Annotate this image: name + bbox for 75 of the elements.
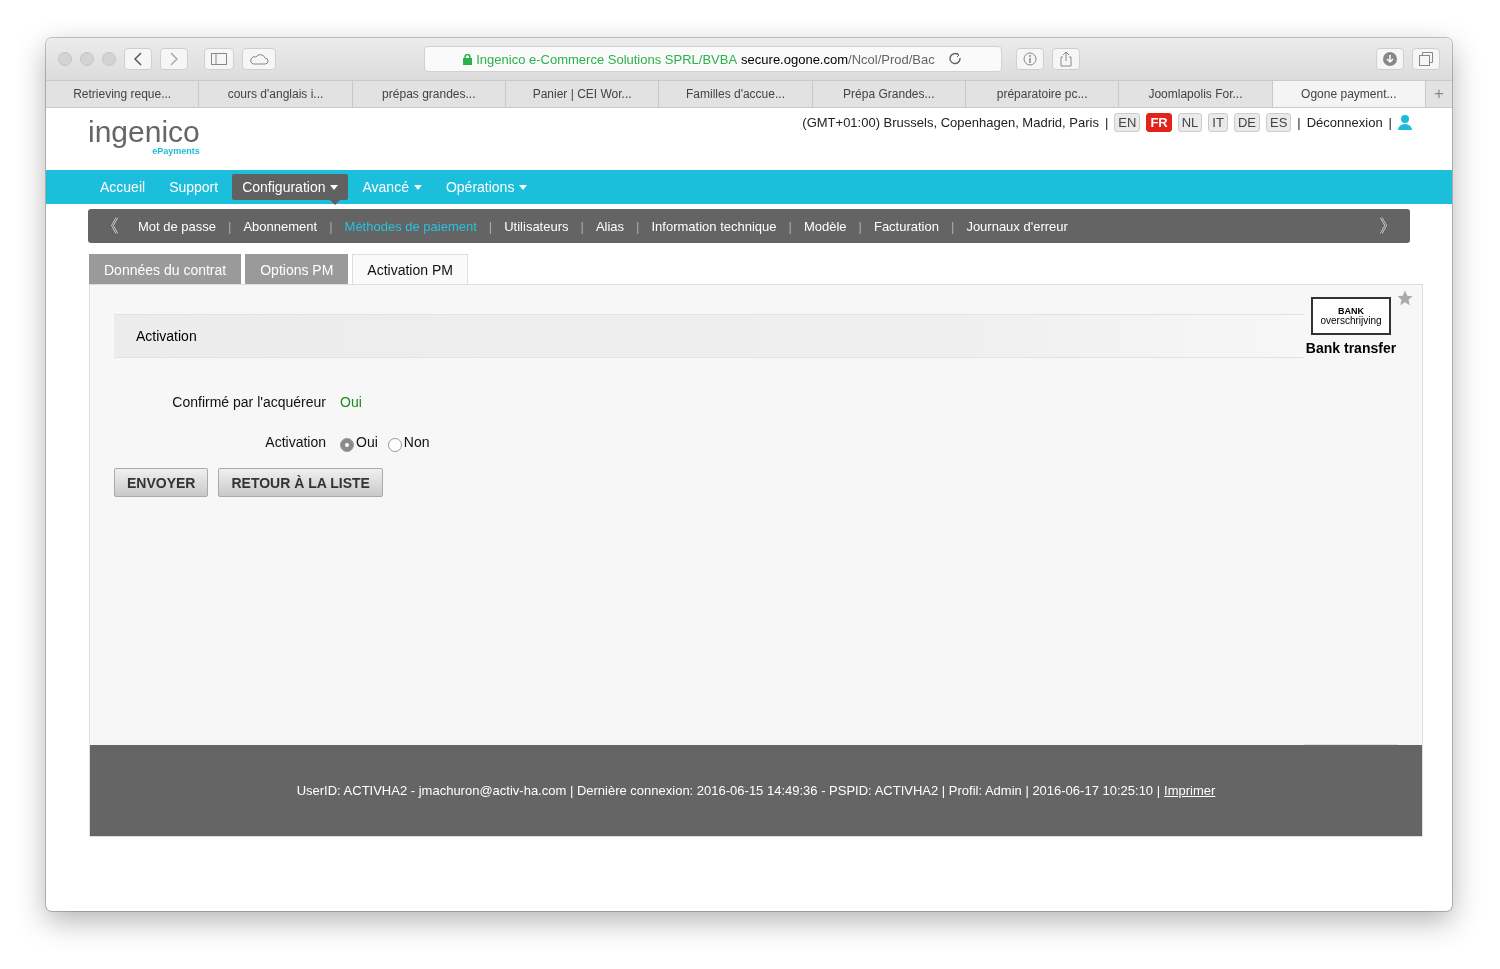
share-icon [1059, 51, 1073, 67]
download-icon [1383, 52, 1397, 66]
logo-wordmark: ingenico [88, 118, 200, 146]
browser-tab[interactable]: Ogone payment... [1272, 81, 1426, 107]
info-button[interactable] [1016, 48, 1044, 70]
field-label: Activation [265, 434, 326, 450]
separator: | [788, 218, 792, 234]
certificate-name: Ingenico e-Commerce Solutions SPRL/BVBA [476, 51, 738, 67]
url-text: secure.ogone.com/Ncol/Prod/Bac [741, 51, 935, 67]
scroll-right-button[interactable]: 》 [1366, 214, 1410, 238]
reload-icon [948, 52, 963, 66]
logo-text: BANK [1338, 306, 1364, 315]
submenu-item[interactable]: Utilisateurs [504, 218, 569, 234]
radio-button[interactable] [340, 438, 354, 452]
language-link[interactable]: ES [1266, 112, 1292, 132]
ingenico-logo[interactable]: ingenico ePayments [88, 108, 200, 170]
tabs-overview-button[interactable] [1412, 48, 1440, 70]
language-link[interactable]: EN [1114, 112, 1141, 132]
section-title: Activation [136, 328, 197, 344]
submenu-item[interactable]: Journaux d'erreur [966, 218, 1068, 234]
user-icon [1398, 114, 1412, 130]
separator: | [1297, 114, 1301, 130]
page-tab[interactable]: Activation PM [352, 254, 468, 284]
zoom-light[interactable] [102, 52, 116, 66]
forward-button[interactable] [160, 48, 188, 70]
scroll-left-button[interactable]: 《 [88, 214, 132, 238]
field-value: Oui [340, 394, 363, 410]
radio-button[interactable] [387, 438, 402, 452]
logo-text: overschrijving [1320, 314, 1382, 326]
submenu-item[interactable]: Alias [595, 218, 625, 234]
back-button[interactable] [124, 48, 152, 70]
radio-option[interactable]: Non [387, 432, 430, 452]
separator: | [329, 218, 333, 234]
form-button[interactable]: RETOUR À LA LISTE [218, 468, 383, 497]
downloads-button[interactable] [1376, 48, 1404, 70]
cloud-icon [249, 53, 269, 65]
language-link[interactable]: FR [1146, 112, 1172, 132]
submenu-item[interactable]: Mot de passe [138, 218, 217, 234]
separator: | [228, 218, 232, 234]
sidebar-icon [211, 53, 227, 65]
separator: | [1104, 114, 1109, 130]
star-icon[interactable] [1396, 289, 1414, 307]
minimize-light[interactable] [80, 52, 94, 66]
tabs-icon [1419, 52, 1433, 66]
back-icon [134, 52, 142, 66]
cloud-button[interactable] [242, 48, 276, 70]
radio-option[interactable]: Oui [340, 432, 378, 452]
submenu-item[interactable]: Abonnement [243, 218, 318, 234]
logout-link[interactable]: Déconnexion [1306, 114, 1383, 130]
language-link[interactable]: IT [1208, 112, 1228, 132]
timezone-text: (GMT+01:00) Brussels, Copenhagen, Madrid, Paris [802, 114, 1099, 130]
form-button[interactable]: ENVOYER [114, 468, 209, 497]
submenu-item[interactable]: Information technique [651, 218, 777, 234]
separator: | [951, 218, 955, 234]
language-link[interactable]: NL [1177, 112, 1203, 132]
address-bar[interactable]: Ingenico e-Commerce Solutions SPRL/BVBA secure.ogone.com/Ncol/Prod/Bac [424, 46, 1002, 72]
info-icon [1023, 52, 1037, 66]
language-link[interactable]: DE [1233, 112, 1260, 132]
payment-method-name: Bank transfer [1305, 340, 1397, 356]
lock-icon [463, 53, 473, 65]
separator: | [858, 218, 862, 234]
forward-icon [170, 52, 178, 66]
separator: | [636, 218, 640, 234]
footer-text: UserID: ACTIVHA2 - jmachuron@activ-ha.com | Dernière connexion: 2016-06-15 14:49:36 - PSPID: ACTIVHA2 | Profil: Admin | 2016-06-17 10:25:10 | [296, 783, 1161, 798]
separator: | [1388, 114, 1392, 130]
field-label: Confirmé par l'acquéreur [172, 394, 326, 410]
sidebar-button[interactable] [204, 48, 234, 70]
share-button[interactable] [1052, 48, 1080, 70]
submenu-item[interactable]: Facturation [873, 218, 939, 234]
separator: | [488, 218, 493, 234]
print-link[interactable]: Imprimer [1164, 783, 1216, 798]
separator: | [580, 218, 584, 234]
submenu-item[interactable]: Modèle [803, 218, 847, 234]
logo-tagline: ePayments [152, 146, 200, 156]
close-light[interactable] [58, 52, 72, 66]
